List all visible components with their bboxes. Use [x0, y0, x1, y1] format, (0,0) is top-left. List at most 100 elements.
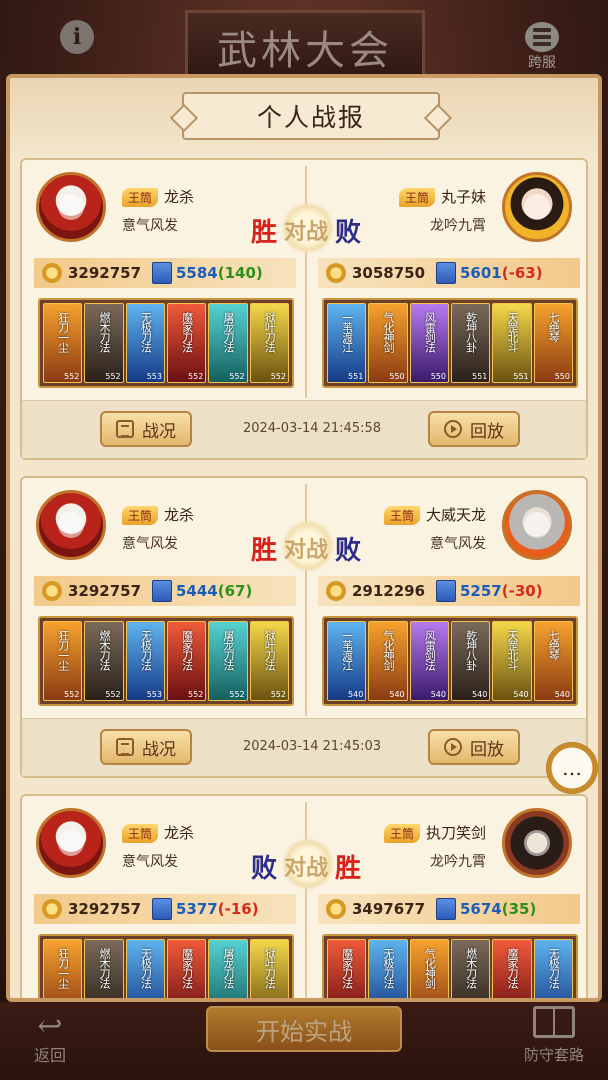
battle-card: 王筒 龙杀 意气风发 3292757 5444 (67) 狂刀一尘 552 燃木刀法 5… [20, 476, 588, 778]
power-row: 3497677 5674 (35) [318, 894, 580, 924]
hero-card[interactable]: 一苇渡江 540 [327, 621, 367, 701]
cross-server-button[interactable]: 跨服 [518, 22, 566, 74]
player-avatar[interactable] [36, 808, 106, 878]
right-result: 胜 [334, 853, 361, 884]
power-coin-icon [42, 899, 62, 919]
power-row: 3292757 5444 (67) [34, 576, 296, 606]
rank-badge: 王筒 [122, 824, 159, 843]
player-name: 龙杀 [164, 188, 195, 206]
hero-card[interactable]: 七绝琴 540 [533, 621, 573, 701]
hero-card[interactable]: 燃木刀法 552 [84, 303, 124, 383]
score-delta: (-30) [501, 582, 543, 600]
hero-card[interactable]: 无极刀法 553 [125, 303, 165, 383]
left-result: 败 [250, 853, 277, 884]
hero-card[interactable]: 屠龙刀法 552 [208, 621, 248, 701]
top-bar: i 武林大会 跨服 [0, 0, 608, 80]
hero-card[interactable]: 狱叶刀法 [249, 939, 289, 998]
score-delta: (-16) [217, 900, 259, 918]
player-avatar[interactable] [36, 490, 106, 560]
hero-card[interactable]: 魔家刀法 [492, 939, 532, 998]
score-delta: (140) [217, 264, 263, 282]
score-value: 5674 [460, 900, 502, 918]
battle-list[interactable]: 王筒 龙杀 意气风发 3292757 5584 (140) 狂刀一尘 552 燃木刀法… [10, 154, 598, 998]
hero-card[interactable]: 魔家刀法 [327, 939, 367, 998]
defense-routine-button[interactable]: 防守套路 [504, 1006, 604, 1076]
versus-label: 对战 [283, 537, 328, 563]
player-avatar[interactable] [502, 808, 572, 878]
hero-card[interactable]: 燃木刀法 552 [84, 621, 124, 701]
battle-report-button[interactable]: 战况 [100, 411, 192, 447]
hero-card[interactable]: 狂刀一尘 552 [43, 303, 83, 383]
play-icon [444, 738, 462, 756]
hero-card[interactable]: 一苇渡江 551 [327, 303, 367, 383]
hero-card[interactable]: 燃木刀法 [84, 939, 124, 998]
power-value: 3292757 [68, 900, 142, 918]
battle-card: 王筒 龙杀 意气风发 3292757 5584 (140) 狂刀一尘 552 燃木刀法… [20, 158, 588, 460]
left-result: 胜 [250, 217, 277, 248]
hero-card[interactable]: 风雷剑法 540 [409, 621, 449, 701]
replay-button[interactable]: 回放 [428, 411, 520, 447]
hero-card[interactable]: 魔家刀法 552 [166, 621, 207, 701]
hero-card[interactable]: 屠龙刀法 [208, 939, 248, 998]
power-coin-icon [42, 263, 62, 283]
hero-card[interactable]: 屠龙刀法 552 [208, 303, 248, 383]
player-avatar[interactable] [36, 172, 106, 242]
hero-card[interactable]: 气化神剑 550 [368, 303, 408, 383]
hero-card[interactable]: 气化神剑 540 [368, 621, 408, 701]
hero-card[interactable]: 无极刀法 [533, 939, 573, 998]
score-book-icon [436, 898, 456, 920]
replay-button[interactable]: 回放 [428, 729, 520, 765]
score-book-icon [436, 580, 456, 602]
rank-badge: 王筒 [122, 506, 159, 525]
player-motto: 龙吟九霄 [430, 854, 486, 870]
player-avatar[interactable] [502, 172, 572, 242]
hero-card[interactable]: 魔家刀法 552 [166, 303, 207, 383]
hero-card[interactable]: 七绝琴 550 [533, 303, 573, 383]
player-motto: 龙吟九霄 [430, 218, 486, 234]
hero-card[interactable]: 气化神剑 [409, 939, 449, 998]
rank-badge: 王筒 [122, 188, 159, 207]
score-delta: (-63) [501, 264, 543, 282]
hero-card[interactable]: 狂刀一尘 552 [43, 621, 83, 701]
power-row: 2912296 5257 (-30) [318, 576, 580, 606]
start-battle-button[interactable]: 开始实战 [206, 1006, 402, 1052]
hero-card[interactable]: 天罡北斗 551 [492, 303, 532, 383]
back-button[interactable]: ↩ 返回 [20, 1012, 80, 1072]
hero-card[interactable]: 天罡北斗 540 [492, 621, 532, 701]
hero-card[interactable]: 魔家刀法 [166, 939, 207, 998]
chat-bubble-icon[interactable]: … [546, 742, 598, 794]
hero-card[interactable]: 无极刀法 [125, 939, 165, 998]
rank-badge: 王筒 [383, 824, 420, 843]
score-book-icon [152, 898, 172, 920]
versus-badge: 胜 对战 败 [244, 202, 368, 254]
player-avatar[interactable] [502, 490, 572, 560]
player-motto: 意气风发 [122, 218, 178, 234]
play-icon [444, 420, 462, 438]
score-value: 5257 [460, 582, 502, 600]
power-coin-icon [42, 581, 62, 601]
battle-actions-bar: 战况 2024-03-14 21:45:03 回放 [22, 718, 586, 776]
score-value: 5377 [176, 900, 218, 918]
hero-card[interactable]: 乾坤八卦 551 [450, 303, 491, 383]
hero-card[interactable]: 狂刀一尘 [43, 939, 83, 998]
hero-card[interactable]: 乾坤八卦 540 [450, 621, 491, 701]
right-result: 败 [334, 217, 361, 248]
hero-card[interactable]: 狱叶刀法 552 [249, 303, 289, 383]
score-delta: (35) [501, 900, 537, 918]
hero-team: 狂刀一尘 552 燃木刀法 552 无极刀法 553 魔家刀法 552 屠龙刀法 552 … [38, 298, 294, 388]
score-value: 5601 [460, 264, 502, 282]
player-name: 龙杀 [164, 824, 195, 842]
player-motto: 意气风发 [430, 536, 486, 552]
hero-card[interactable]: 狱叶刀法 552 [249, 621, 289, 701]
power-coin-icon [326, 581, 346, 601]
info-button[interactable]: i [60, 20, 94, 54]
hero-card[interactable]: 风雷剑法 550 [409, 303, 449, 383]
hero-card[interactable]: 无极刀法 553 [125, 621, 165, 701]
score-value: 5444 [176, 582, 218, 600]
hero-card[interactable]: 无极刀法 [368, 939, 408, 998]
versus-badge: 败 对战 胜 [244, 838, 368, 890]
battle-report-button[interactable]: 战况 [100, 729, 192, 765]
left-result: 胜 [250, 535, 277, 566]
hero-card[interactable]: 燃木刀法 [450, 939, 491, 998]
list-icon [116, 738, 134, 756]
